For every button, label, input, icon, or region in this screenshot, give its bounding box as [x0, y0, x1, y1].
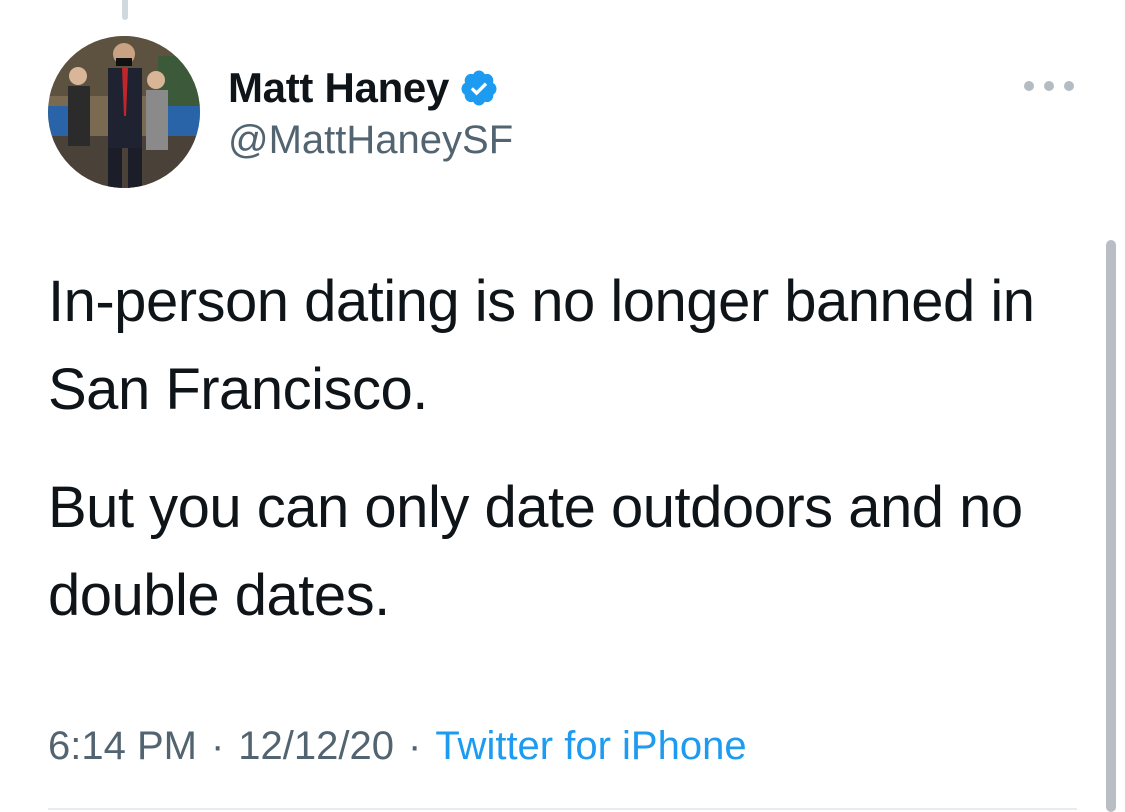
tweet-meta: 6:14 PM · 12/12/20 · Twitter for iPhone — [48, 724, 747, 769]
avatar-photo-icon — [48, 36, 200, 188]
meta-separator: · — [210, 724, 225, 768]
author-handle[interactable]: @MattHaneySF — [228, 118, 513, 163]
tweet-text: In-person dating is no longer banned in … — [48, 258, 1068, 670]
thread-connector-line — [122, 0, 128, 20]
tweet-paragraph: But you can only date outdoors and no do… — [48, 475, 1023, 628]
tweet-paragraph: In-person dating is no longer banned in … — [48, 269, 1035, 422]
meta-separator: · — [408, 724, 422, 768]
verified-badge-icon — [459, 68, 499, 108]
author-name-row[interactable]: Matt Haney — [228, 64, 499, 112]
tweet-source-link[interactable]: Twitter for iPhone — [435, 724, 746, 769]
more-dot — [1024, 81, 1034, 91]
more-dot — [1064, 81, 1074, 91]
author-display-name[interactable]: Matt Haney — [228, 64, 449, 112]
more-dot — [1044, 81, 1054, 91]
tweet-date[interactable]: 12/12/20 — [238, 724, 394, 769]
divider — [48, 808, 1077, 810]
tweet-time[interactable]: 6:14 PM — [48, 724, 197, 769]
avatar[interactable] — [48, 36, 200, 188]
scrollbar[interactable] — [1106, 240, 1116, 812]
more-options-icon[interactable] — [1024, 72, 1074, 100]
